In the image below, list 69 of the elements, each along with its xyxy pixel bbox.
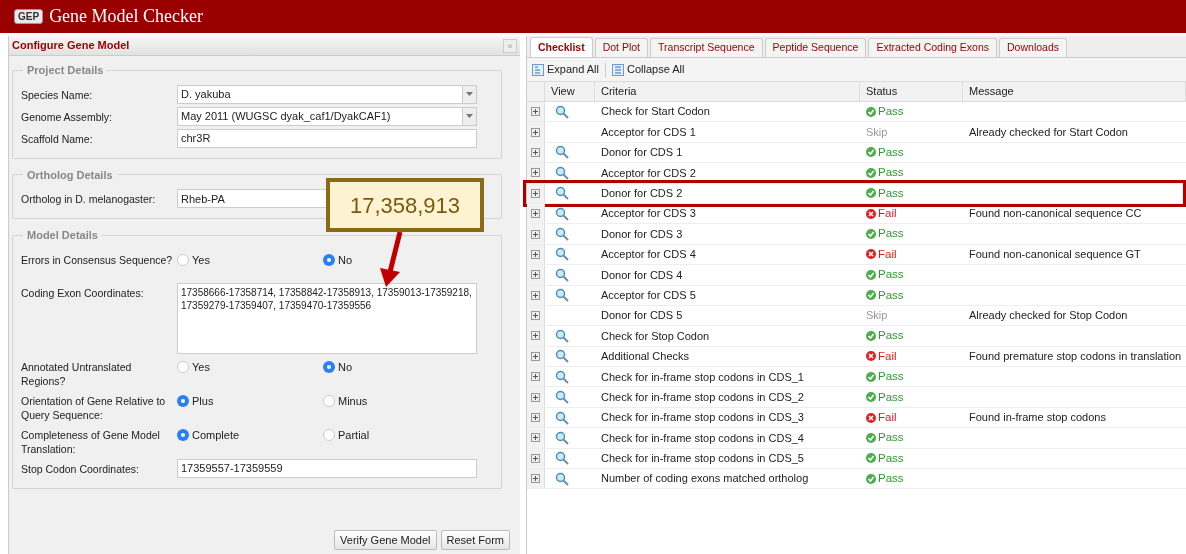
radio-label: Plus xyxy=(192,393,214,409)
criteria-cell-text: Check for Start Codon xyxy=(600,104,711,120)
section-legend: Project Details xyxy=(23,62,108,79)
field-label: Genome Assembly: xyxy=(21,109,114,124)
status-label: Pass xyxy=(878,430,904,446)
status-label: Skip xyxy=(866,308,888,324)
radio-label: No xyxy=(338,359,353,375)
field-label: Orientation of Gene Relative to Query Sequence: xyxy=(21,393,167,422)
criteria-cell-text: Donor for CDS 1 xyxy=(600,145,684,161)
message-cell-text: Already checked for Stop Codon xyxy=(968,308,1129,324)
status-label: Fail xyxy=(878,246,897,262)
app-title: Gene Model Checker xyxy=(49,5,204,28)
criteria-cell-text: Acceptor for CDS 5 xyxy=(600,287,697,303)
section-legend: Ortholog Details xyxy=(23,166,117,183)
criteria-cell-text: Number of coding exons matched ortholog xyxy=(600,471,810,487)
radio-label: Yes xyxy=(192,359,210,375)
field-label: Coding Exon Coordinates: xyxy=(21,285,145,300)
field-label: Stop Codon Coordinates: xyxy=(21,461,140,476)
criteria-cell-text: Additional Checks xyxy=(600,349,691,365)
status-label: Fail xyxy=(878,206,897,221)
field-label: Annotated Untranslated Regions? xyxy=(21,359,133,388)
status-label: Fail xyxy=(878,348,897,364)
status-label: Skip xyxy=(866,124,888,140)
section-legend: Model Details xyxy=(23,227,102,244)
message-cell-text: Already checked for Start Codon xyxy=(968,124,1129,140)
status-label: Pass xyxy=(878,450,904,466)
criteria-cell-text: Acceptor for CDS 2 xyxy=(600,165,697,181)
criteria-cell-text: Check for in-frame stop codons in CDS_5 xyxy=(600,451,805,467)
status-label: Pass xyxy=(878,144,904,160)
message-cell-text: Found in-frame stop codons xyxy=(968,410,1107,426)
radio-label: No xyxy=(338,252,353,268)
criteria-cell-text: Check for Stop Codon xyxy=(600,328,711,344)
status-label: Fail xyxy=(878,409,897,425)
radio-label: Complete xyxy=(192,427,240,443)
status-label: Pass xyxy=(878,165,904,181)
status-label: Pass xyxy=(878,267,904,283)
criteria-cell-text: Check for in-frame stop codons in CDS_3 xyxy=(600,410,805,426)
status-label: Pass xyxy=(878,287,904,303)
field-label: Errors in Consensus Sequence? xyxy=(21,252,174,267)
radio-label: Partial xyxy=(338,427,370,443)
field-label: Scaffold Name: xyxy=(21,131,94,146)
criteria-cell-text: Donor for CDS 3 xyxy=(600,226,684,242)
callout-tooltip: 17,358,913 xyxy=(326,178,484,232)
status-label: Pass xyxy=(878,226,904,242)
status-label: Pass xyxy=(878,328,904,344)
criteria-cell-text: Check for in-frame stop codons in CDS_2 xyxy=(600,389,805,405)
criteria-cell-text: Donor for CDS 4 xyxy=(600,267,684,283)
criteria-cell-text: Check for in-frame stop codons in CDS_4 xyxy=(600,430,805,446)
message-cell-text: Found non-canonical sequence CC xyxy=(968,206,1143,222)
criteria-cell-text: Acceptor for CDS 4 xyxy=(600,247,697,263)
criteria-cell-text: Donor for CDS 2 xyxy=(600,186,684,201)
status-label: Pass xyxy=(878,104,904,120)
radio-label: Yes xyxy=(192,252,210,268)
criteria-cell-text: Donor for CDS 5 xyxy=(600,308,684,324)
radio-label: Minus xyxy=(338,393,368,409)
message-cell-text: Found premature stop codons in translation xyxy=(968,349,1183,365)
status-label: Pass xyxy=(878,369,904,385)
field-label: Completeness of Gene Model Translation: xyxy=(21,427,161,456)
status-label: Pass xyxy=(878,185,904,201)
criteria-cell-text: Acceptor for CDS 1 xyxy=(600,124,697,140)
criteria-cell-text: Acceptor for CDS 3 xyxy=(600,206,697,222)
status-label: Pass xyxy=(878,471,904,487)
message-cell-text: Found non-canonical sequence GT xyxy=(968,247,1142,263)
field-label: Ortholog in D. melanogaster: xyxy=(21,192,157,206)
app-logo: GEP xyxy=(14,9,44,24)
criteria-cell-text: Check for in-frame stop codons in CDS_1 xyxy=(600,369,805,385)
field-label: Species Name: xyxy=(21,87,94,102)
status-label: Pass xyxy=(878,389,904,405)
panel-title: Configure Gene Model xyxy=(12,38,130,54)
